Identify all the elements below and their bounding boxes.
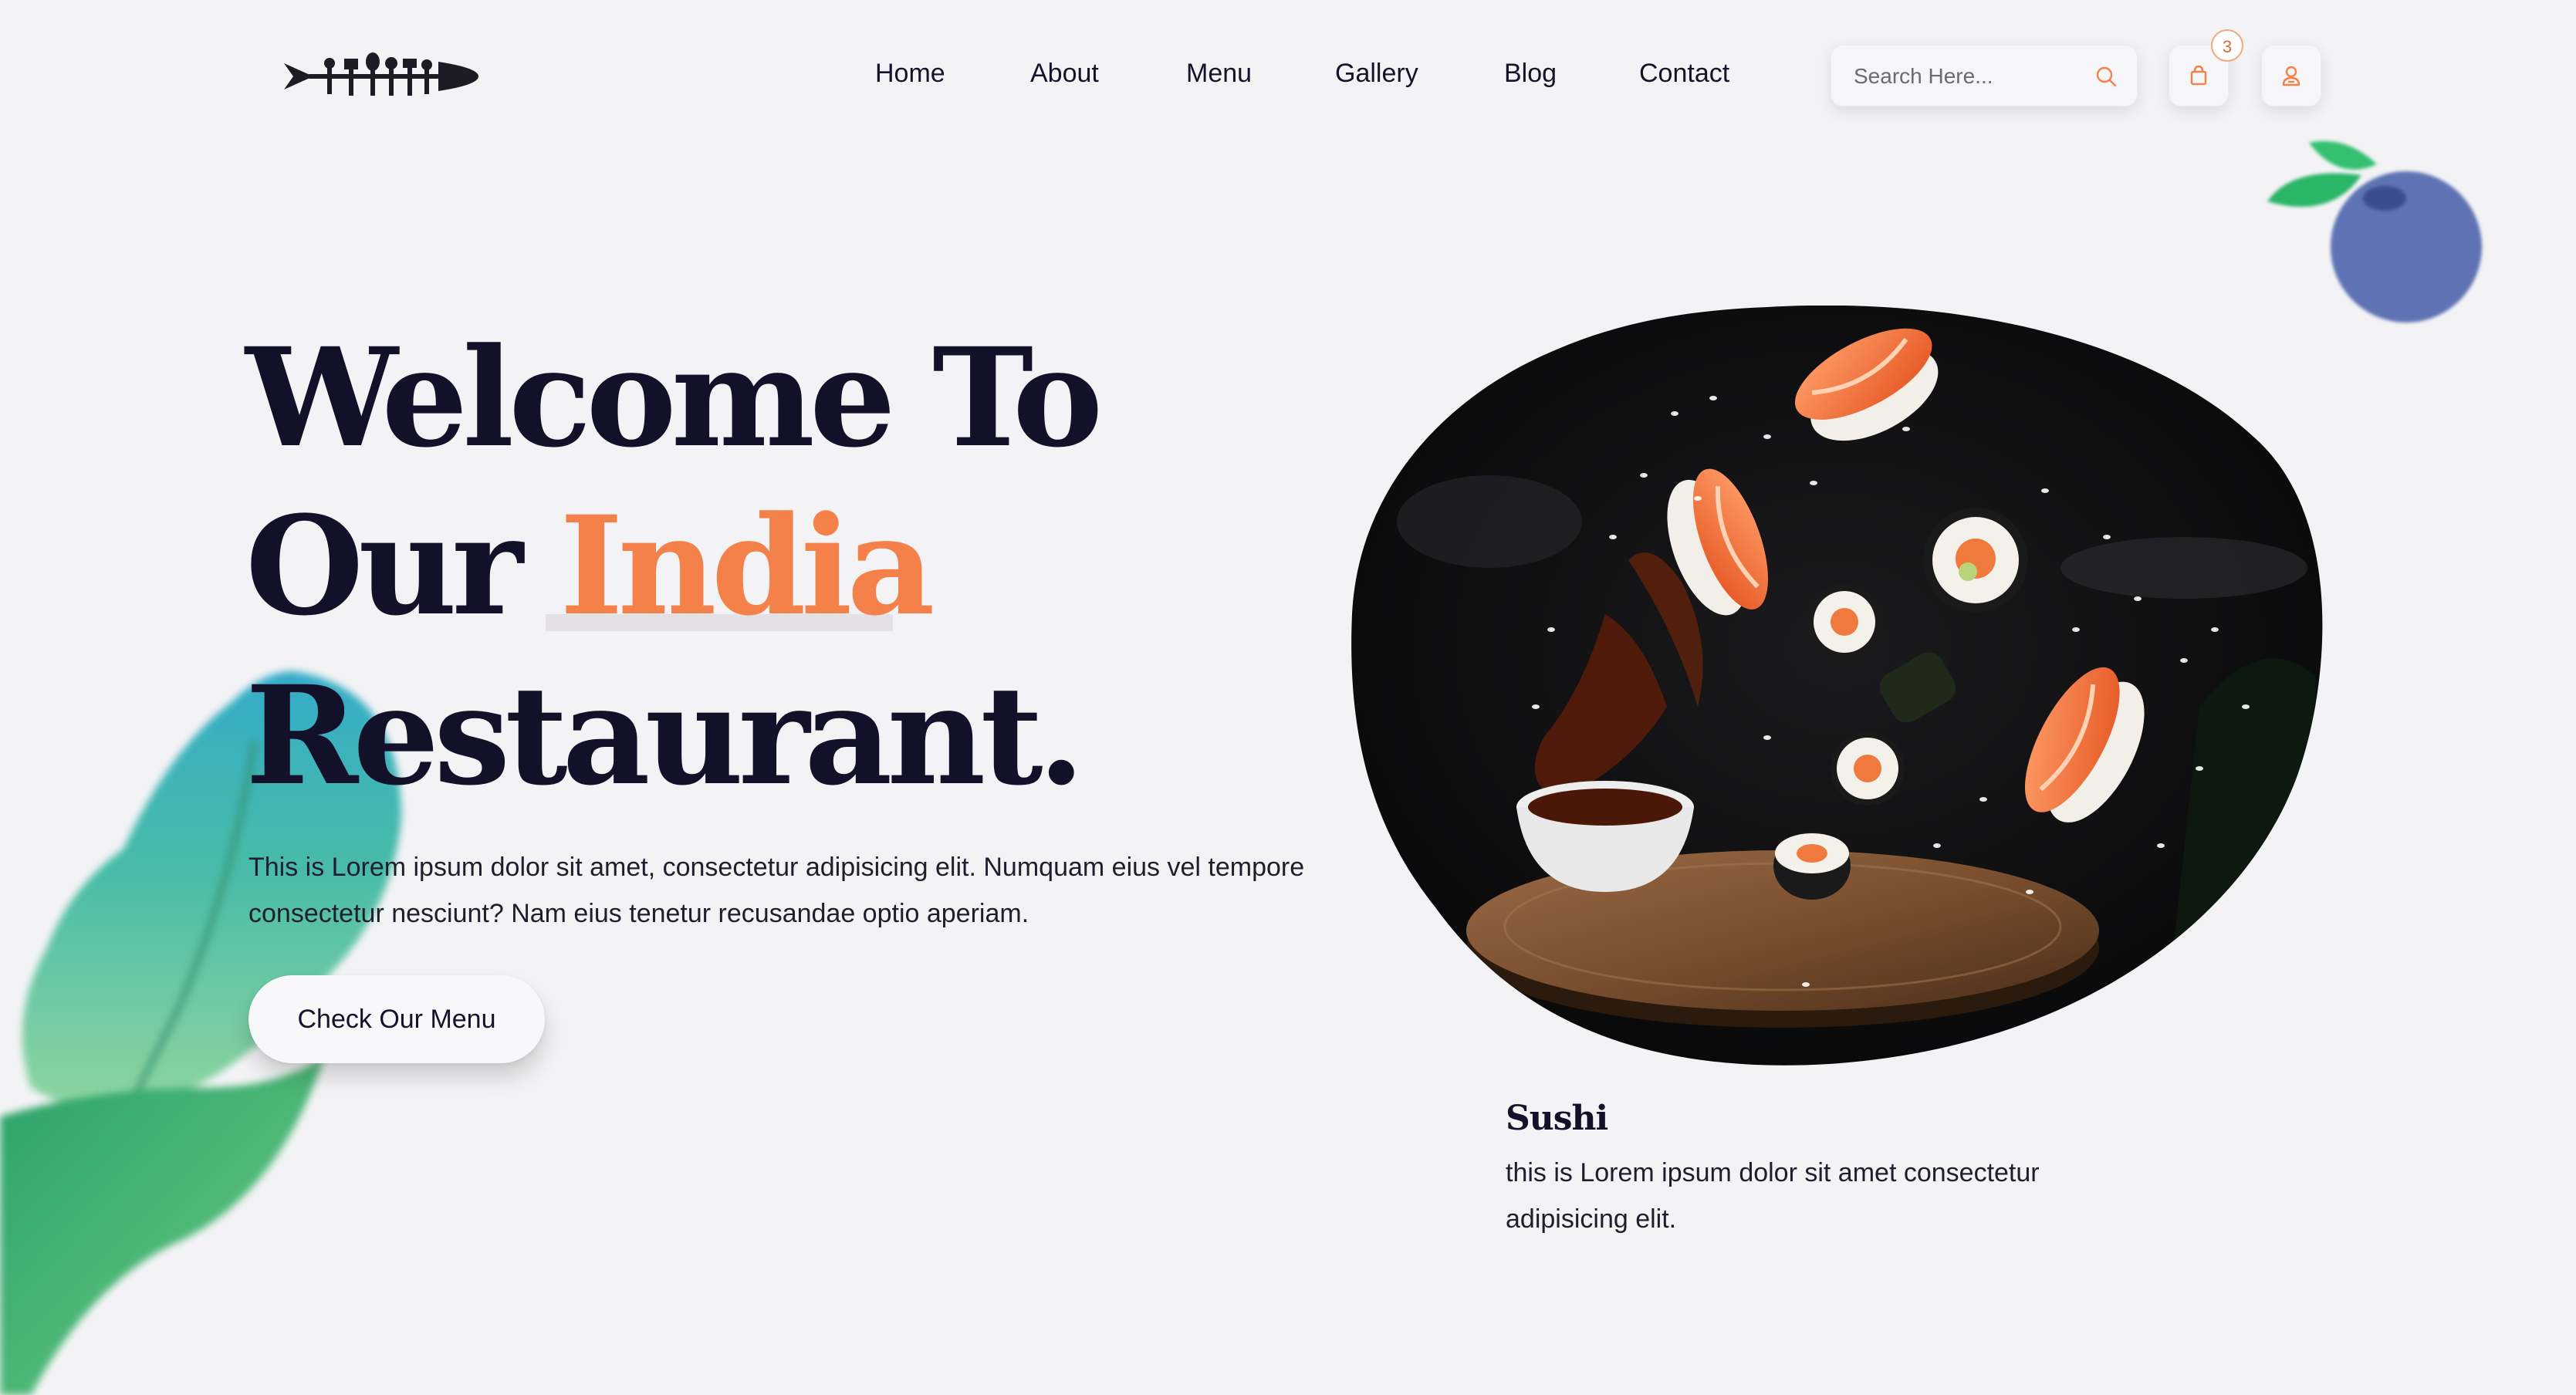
hero-title-line-2: Our India [245, 498, 935, 634]
search-input[interactable] [1852, 45, 2087, 108]
user-button[interactable] [2261, 45, 2321, 106]
nav-contact[interactable]: Contact [1639, 59, 1729, 89]
nav-home[interactable]: Home [875, 59, 945, 89]
search-icon[interactable] [2094, 65, 2118, 88]
nav-menu[interactable]: Menu [1186, 59, 1252, 89]
nav-gallery[interactable]: Gallery [1335, 59, 1418, 89]
hero-description: This is Lorem ipsum dolor sit amet, cons… [248, 853, 1305, 928]
hero-title-highlight: India [559, 486, 935, 646]
cart-count-badge: 3 [2211, 29, 2243, 62]
featured-dish-image[interactable] [1351, 306, 2326, 1066]
nav-about[interactable]: About [1030, 59, 1099, 89]
user-icon [2282, 66, 2300, 86]
hero-title-line-1: Welcome To [245, 318, 1103, 478]
hero-title-prefix: Our [245, 486, 560, 646]
search-box [1831, 45, 2138, 108]
bag-icon [2190, 65, 2207, 86]
nav-blog[interactable]: Blog [1504, 59, 1557, 89]
check-menu-button[interactable]: Check Our Menu [248, 975, 545, 1063]
site-logo[interactable] [284, 51, 478, 102]
hero-title-line-3: Restaurant. [245, 656, 1085, 816]
featured-dish-description: this is Lorem ipsum dolor sit amet conse… [1506, 1158, 2040, 1234]
featured-dish-name: Sushi [1506, 1099, 1608, 1138]
